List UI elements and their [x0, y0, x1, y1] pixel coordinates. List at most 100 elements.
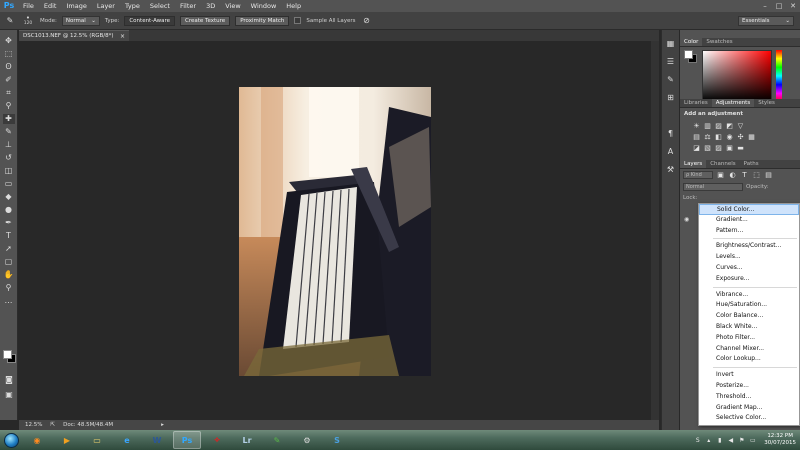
menu-item-solid-color[interactable]: Solid Color... [699, 204, 799, 215]
taskbar-tool[interactable]: ⚙ [293, 431, 321, 449]
levels-icon[interactable]: ▥ [703, 122, 712, 130]
status-arrow-icon[interactable]: ▸ [161, 422, 164, 428]
more-tools-icon[interactable]: … [3, 296, 15, 306]
export-icon[interactable]: ⇱ [50, 422, 55, 428]
menu-filter[interactable]: Filter [175, 0, 201, 12]
spot-healing-tool-icon[interactable]: ✚ [2, 114, 15, 124]
menu-edit[interactable]: Edit [39, 0, 62, 12]
menu-layer[interactable]: Layer [92, 0, 120, 12]
vertical-scrollbar[interactable] [651, 41, 659, 420]
tab-paths[interactable]: Paths [740, 160, 763, 168]
menu-item-color-lookup[interactable]: Color Lookup... [699, 354, 799, 365]
brush-tool-preset-icon[interactable]: ✎ [4, 16, 16, 26]
taskbar-acrobat[interactable]: ⟡ [203, 431, 231, 449]
menu-item-photo-filter[interactable]: Photo Filter... [699, 333, 799, 344]
start-button[interactable] [0, 430, 22, 450]
filter-adjustment-icon[interactable]: ◐ [728, 171, 737, 179]
menu-item-color-balance[interactable]: Color Balance... [699, 311, 799, 322]
menu-item-pattern[interactable]: Pattern... [699, 226, 799, 237]
menu-item-threshold[interactable]: Threshold... [699, 392, 799, 403]
foreground-color-swatch[interactable] [3, 350, 12, 359]
menu-item-black-white[interactable]: Black White... [699, 322, 799, 333]
paragraph-panel-icon[interactable]: ¶ [665, 128, 677, 140]
black-white-icon[interactable]: ◧ [714, 133, 723, 141]
menu-type[interactable]: Type [120, 0, 145, 12]
menu-item-selective-color[interactable]: Selective Color... [699, 413, 799, 424]
close-tab-icon[interactable]: × [120, 33, 129, 40]
brush-tool-icon[interactable]: ✎ [3, 127, 15, 137]
battery-icon[interactable]: ▭ [749, 437, 756, 444]
menu-view[interactable]: View [220, 0, 245, 12]
brush-size-picker[interactable]: • 120 [21, 15, 35, 27]
channel-mixer-icon[interactable]: ✣ [736, 133, 745, 141]
hue-slider[interactable] [776, 50, 782, 102]
workspace-select[interactable]: Essentials ⌄ [738, 16, 794, 26]
menu-item-curves[interactable]: Curves... [699, 263, 799, 274]
menu-window[interactable]: Window [246, 0, 282, 12]
tool-presets-icon[interactable]: ⚒ [665, 164, 677, 176]
clone-source-icon[interactable]: ⊞ [665, 92, 677, 104]
menu-item-channel-mixer[interactable]: Channel Mixer... [699, 344, 799, 355]
flag-icon[interactable]: ⚑ [738, 437, 745, 444]
posterize-icon[interactable]: ▧ [703, 144, 712, 152]
color-picker-field[interactable] [702, 50, 772, 102]
skype-tray-icon[interactable]: S [694, 437, 701, 444]
mode-select[interactable]: Normal ⌄ [61, 15, 100, 26]
blend-mode-select[interactable]: Normal [683, 183, 743, 191]
tab-adjustments[interactable]: Adjustments [711, 99, 755, 107]
invert-icon[interactable]: ◪ [692, 144, 701, 152]
menu-item-levels[interactable]: Levels... [699, 252, 799, 263]
menu-item-hue-saturation[interactable]: Hue/Saturation... [699, 300, 799, 311]
menu-image[interactable]: Image [61, 0, 91, 12]
selective-color-icon[interactable]: ▣ [725, 144, 734, 152]
network-icon[interactable]: ▮ [716, 437, 723, 444]
eyedropper-tool-icon[interactable]: ⚲ [3, 101, 15, 111]
taskbar-app-s[interactable]: S [323, 431, 351, 449]
history-panel-icon[interactable]: ▦ [665, 38, 677, 50]
zoom-tool-icon[interactable]: ⚲ [3, 283, 15, 293]
maximize-button[interactable]: □ [772, 0, 786, 12]
menu-item-gradient-map[interactable]: Gradient Map... [699, 403, 799, 414]
taskbar-firefox[interactable]: ◉ [23, 431, 51, 449]
threshold-icon[interactable]: ▨ [714, 144, 723, 152]
filter-type-icon[interactable]: T [740, 171, 749, 179]
taskbar-word[interactable]: W [143, 431, 171, 449]
type-tool-icon[interactable]: T [3, 231, 15, 241]
tray-expand-icon[interactable]: ▴ [705, 437, 712, 444]
menu-item-gradient[interactable]: Gradient... [699, 215, 799, 226]
foreground-color-chip[interactable] [684, 50, 693, 59]
photo-filter-icon[interactable]: ◉ [725, 133, 734, 141]
taskbar-internet-explorer[interactable]: e [113, 431, 141, 449]
exposure-icon[interactable]: ◩ [725, 122, 734, 130]
filter-smart-icon[interactable]: ▤ [764, 171, 773, 179]
crop-tool-icon[interactable]: ⌗ [3, 88, 15, 98]
tab-libraries[interactable]: Libraries [680, 99, 712, 107]
menu-select[interactable]: Select [145, 0, 175, 12]
document-canvas[interactable] [19, 41, 659, 420]
marquee-tool-icon[interactable]: ⬚ [3, 49, 15, 59]
screen-mode-icon[interactable]: ▣ [3, 390, 15, 400]
system-clock[interactable]: 12:32 PM 30/07/2015 [764, 433, 796, 447]
taskbar-photoshop[interactable]: Ps [173, 431, 201, 449]
rectangle-tool-icon[interactable]: ▢ [3, 257, 15, 267]
gradient-map-icon[interactable]: ▬ [736, 144, 745, 152]
brush-panel-icon[interactable]: ✎ [665, 74, 677, 86]
tab-channels[interactable]: Channels [706, 160, 739, 168]
eraser-tool-icon[interactable]: ◫ [3, 166, 15, 176]
properties-panel-icon[interactable]: ☰ [665, 56, 677, 68]
path-select-tool-icon[interactable]: ➚ [3, 244, 15, 254]
sample-all-layers-checkbox[interactable] [294, 17, 302, 24]
volume-icon[interactable]: ◀ [727, 437, 734, 444]
taskbar-media-player[interactable]: ▶ [53, 431, 81, 449]
kind-filter-select[interactable]: ρ Kind [683, 171, 713, 179]
clone-stamp-tool-icon[interactable]: ⊥ [3, 140, 15, 150]
character-panel-icon[interactable]: A [665, 146, 677, 158]
menu-item-vibrance[interactable]: Vibrance... [699, 290, 799, 301]
taskbar-lightroom[interactable]: Lr [233, 431, 261, 449]
minimize-button[interactable]: – [758, 0, 772, 12]
vibrance-icon[interactable]: ▽ [736, 122, 745, 130]
close-button[interactable]: ✕ [786, 0, 800, 12]
history-brush-tool-icon[interactable]: ↺ [3, 153, 15, 163]
pressure-icon[interactable]: ⊘ [361, 16, 373, 26]
hue-saturation-icon[interactable]: ▤ [692, 133, 701, 141]
